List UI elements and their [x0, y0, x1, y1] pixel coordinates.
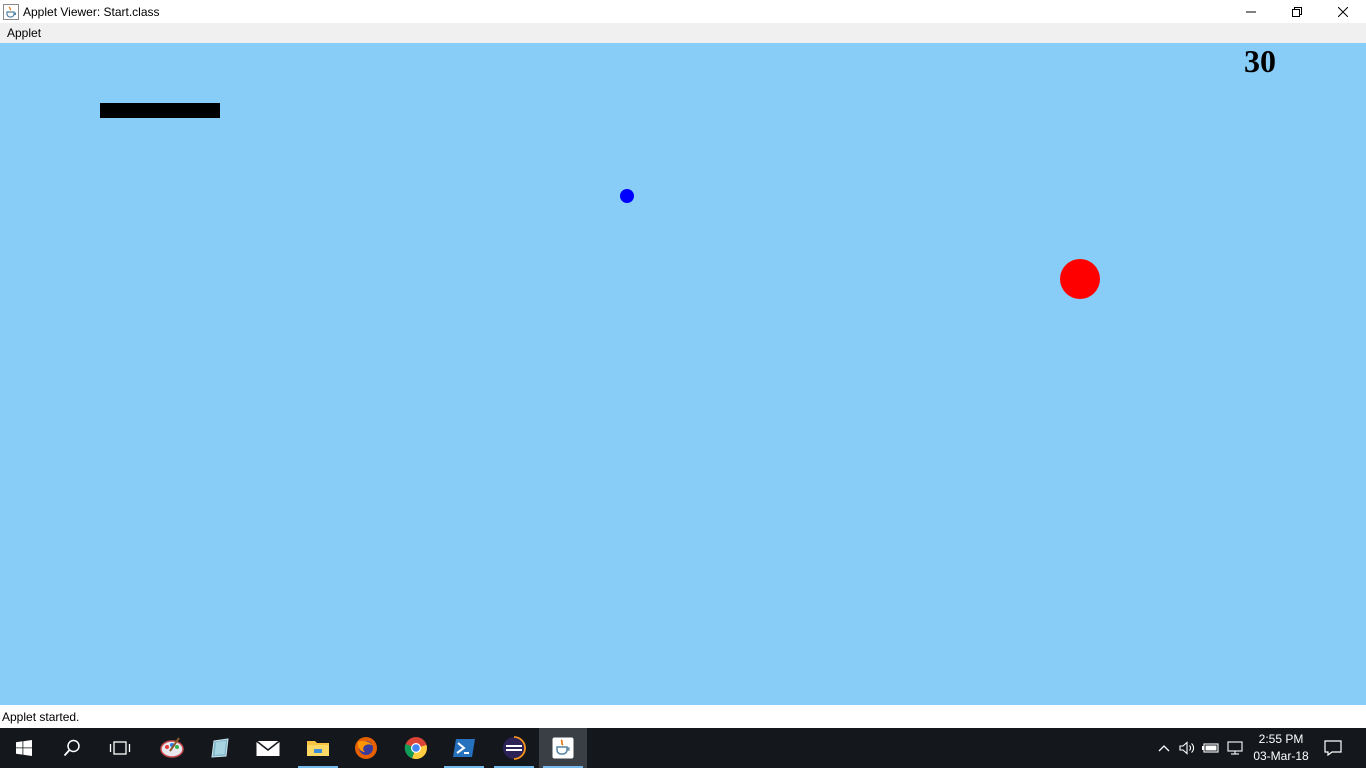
search-button[interactable]	[48, 728, 96, 768]
clock-date: 03-Mar-18	[1253, 749, 1309, 763]
score-display: 30	[1244, 43, 1276, 79]
taskbar-clock[interactable]: 2:55 PM 03-Mar-18	[1244, 728, 1318, 768]
taskbar-chrome[interactable]	[392, 728, 440, 768]
battery-icon	[1202, 743, 1219, 753]
network-icon	[1227, 741, 1243, 755]
window-controls	[1228, 0, 1366, 23]
taskbar-file-explorer[interactable]	[294, 728, 342, 768]
task-view-icon	[109, 741, 131, 755]
chevron-up-icon	[1158, 745, 1170, 752]
clock-time: 2:55 PM	[1258, 732, 1304, 746]
chrome-icon	[404, 737, 427, 760]
eclipse-icon	[503, 736, 526, 760]
tray-overflow-button[interactable]	[1154, 728, 1174, 768]
title-bar: Applet Viewer: Start.class	[0, 0, 1366, 23]
firefox-icon	[355, 737, 377, 759]
applet-canvas[interactable]: 30	[0, 43, 1366, 705]
taskbar-notes[interactable]	[196, 728, 244, 768]
taskbar-powershell[interactable]	[440, 728, 488, 768]
status-text: Applet started.	[2, 709, 80, 724]
menu-applet[interactable]: Applet	[0, 23, 48, 43]
battery-button[interactable]	[1200, 728, 1222, 768]
java-icon	[552, 737, 574, 759]
restore-icon	[1292, 6, 1302, 17]
start-button[interactable]	[0, 728, 48, 768]
window-title: Applet Viewer: Start.class	[23, 4, 160, 19]
java-cup-icon	[3, 3, 19, 20]
volume-icon	[1179, 741, 1194, 755]
folder-icon	[307, 741, 329, 756]
task-view-button[interactable]	[96, 728, 144, 768]
taskbar: 2:55 PM 03-Mar-18	[0, 728, 1366, 768]
taskbar-firefox[interactable]	[342, 728, 390, 768]
close-button[interactable]	[1320, 0, 1366, 23]
close-icon	[1338, 6, 1348, 17]
network-button[interactable]	[1224, 728, 1246, 768]
notebook-icon	[211, 738, 229, 758]
minimize-button[interactable]	[1228, 0, 1274, 23]
mail-icon	[256, 740, 280, 756]
palette-icon	[160, 737, 184, 758]
red-ball	[1060, 259, 1100, 299]
blue-ball	[620, 189, 634, 203]
search-icon	[63, 739, 80, 757]
taskbar-eclipse[interactable]	[490, 728, 538, 768]
taskbar-mail[interactable]	[244, 728, 292, 768]
paddle	[100, 103, 220, 118]
minimize-icon	[1246, 11, 1256, 12]
taskbar-java[interactable]	[539, 728, 587, 768]
taskbar-paint[interactable]	[148, 728, 196, 768]
powershell-icon	[453, 739, 475, 757]
restore-button[interactable]	[1274, 0, 1320, 23]
volume-button[interactable]	[1176, 728, 1198, 768]
status-bar: Applet started.	[0, 705, 1366, 728]
action-center-icon	[1324, 740, 1342, 756]
menu-bar: Applet	[0, 23, 1366, 43]
windows-logo-icon	[16, 740, 32, 756]
action-center-button[interactable]	[1318, 728, 1348, 768]
